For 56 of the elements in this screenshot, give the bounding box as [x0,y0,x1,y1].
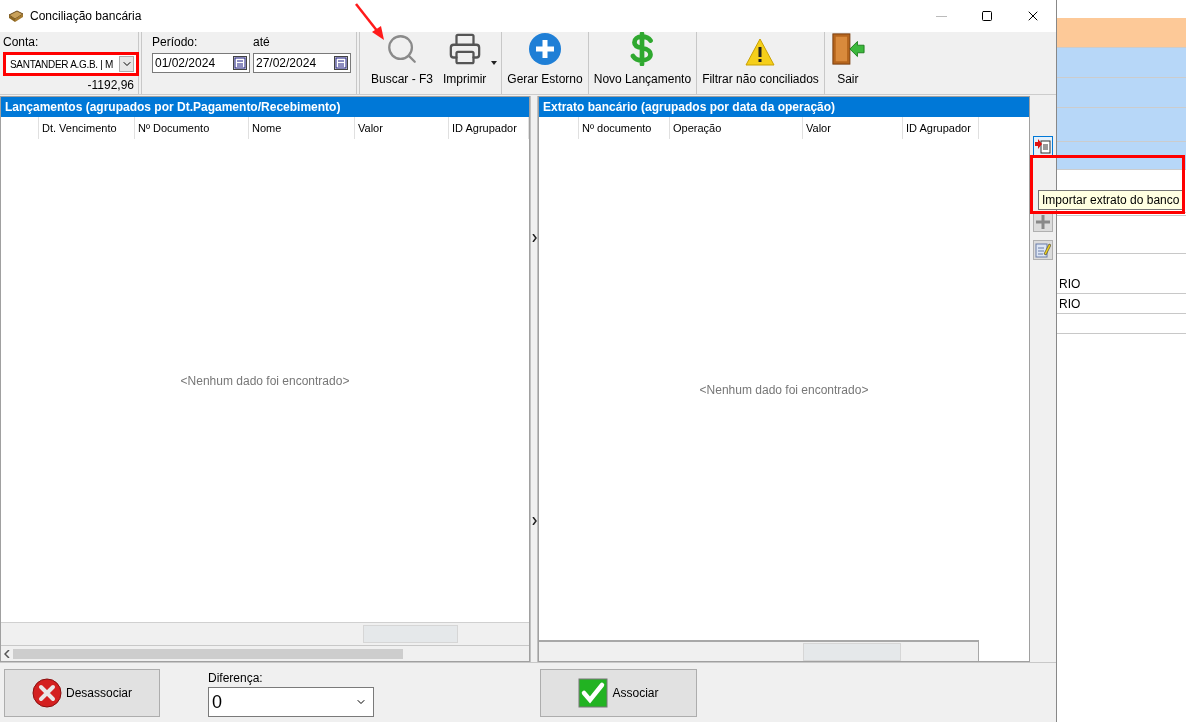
period-label: Período: [152,34,199,51]
column-header[interactable]: Nome [249,117,355,139]
column-header[interactable]: Valor [803,117,903,139]
date-field[interactable]: 27/02/2024 [253,53,351,73]
account-balance: -1192,96 [87,77,135,94]
printer-icon [447,32,482,66]
maximize-icon [981,10,993,22]
plus-icon [1035,214,1051,230]
side-tool-button[interactable] [1033,240,1053,260]
difference-select[interactable]: 0 [208,687,374,717]
window-title: Conciliação bancária [30,8,142,25]
toolbar-button[interactable]: Novo Lançamento [588,32,697,94]
exit-door-icon [829,32,866,66]
toolbar-button[interactable]: Gerar Estorno [502,32,588,94]
toolbar-button[interactable]: Buscar - F3 [366,32,438,94]
checkmark-icon [578,678,609,708]
warning-icon [745,38,776,66]
edit-note-icon [1035,242,1051,258]
app-icon [8,9,24,23]
error-icon [32,678,62,708]
calendar-icon[interactable] [233,56,247,70]
account-label: Conta: [3,34,40,51]
empty-message: <Nenhum dado foi encontrado> [699,381,869,399]
associate-button[interactable]: Associar [540,669,697,717]
column-header[interactable]: Nº Documento [135,117,249,139]
date-field[interactable]: 01/02/2024 [152,53,250,73]
calendar-icon[interactable] [334,56,348,70]
side-tool-button[interactable] [1033,136,1053,156]
toolbar-button[interactable]: Filtrar não conciliados [697,32,824,94]
dropdown-button[interactable] [119,56,134,72]
toolbar-button[interactable]: Sair [824,32,871,94]
column-header[interactable]: Nº documento [579,117,670,139]
scroll-left-icon[interactable] [4,649,10,658]
import-document-icon [1035,138,1051,154]
column-header[interactable]: ID Agrupador [903,117,979,139]
horizontal-scrollbar[interactable] [1,645,529,661]
empty-message: <Nenhum dado foi encontrado> [180,372,350,390]
panel-title-bar: Lançamentos (agrupados por Dt.Pagamento/Recebimento) [1,97,529,117]
panel-title-bar: Extrato bancário (agrupados por data da operação) [539,97,1029,117]
column-header[interactable]: Valor [355,117,449,139]
minimize-icon [935,15,947,17]
account-select[interactable]: SANTANDER A.G.B. | M [3,52,139,76]
table-cell: RIO [1057,294,1186,314]
difference-label: Diferença: [208,670,264,687]
dropdown-caret-icon[interactable] [491,61,498,65]
toolbar-button[interactable]: Imprimir [438,32,492,94]
side-tool-button[interactable] [1033,212,1053,232]
period-end-label: até [253,34,271,51]
table-cell: RIO [1057,274,1186,294]
column-header[interactable]: ID Agrupador [449,117,529,139]
search-icon [385,32,419,66]
column-header[interactable]: Operação [670,117,803,139]
column-header[interactable]: Dt. Vencimento [39,117,135,139]
unassociate-button[interactable]: Desassociar [4,669,160,717]
tooltip: Importar extrato do banco [1038,190,1184,210]
scrollbar-thumb[interactable] [13,648,403,659]
